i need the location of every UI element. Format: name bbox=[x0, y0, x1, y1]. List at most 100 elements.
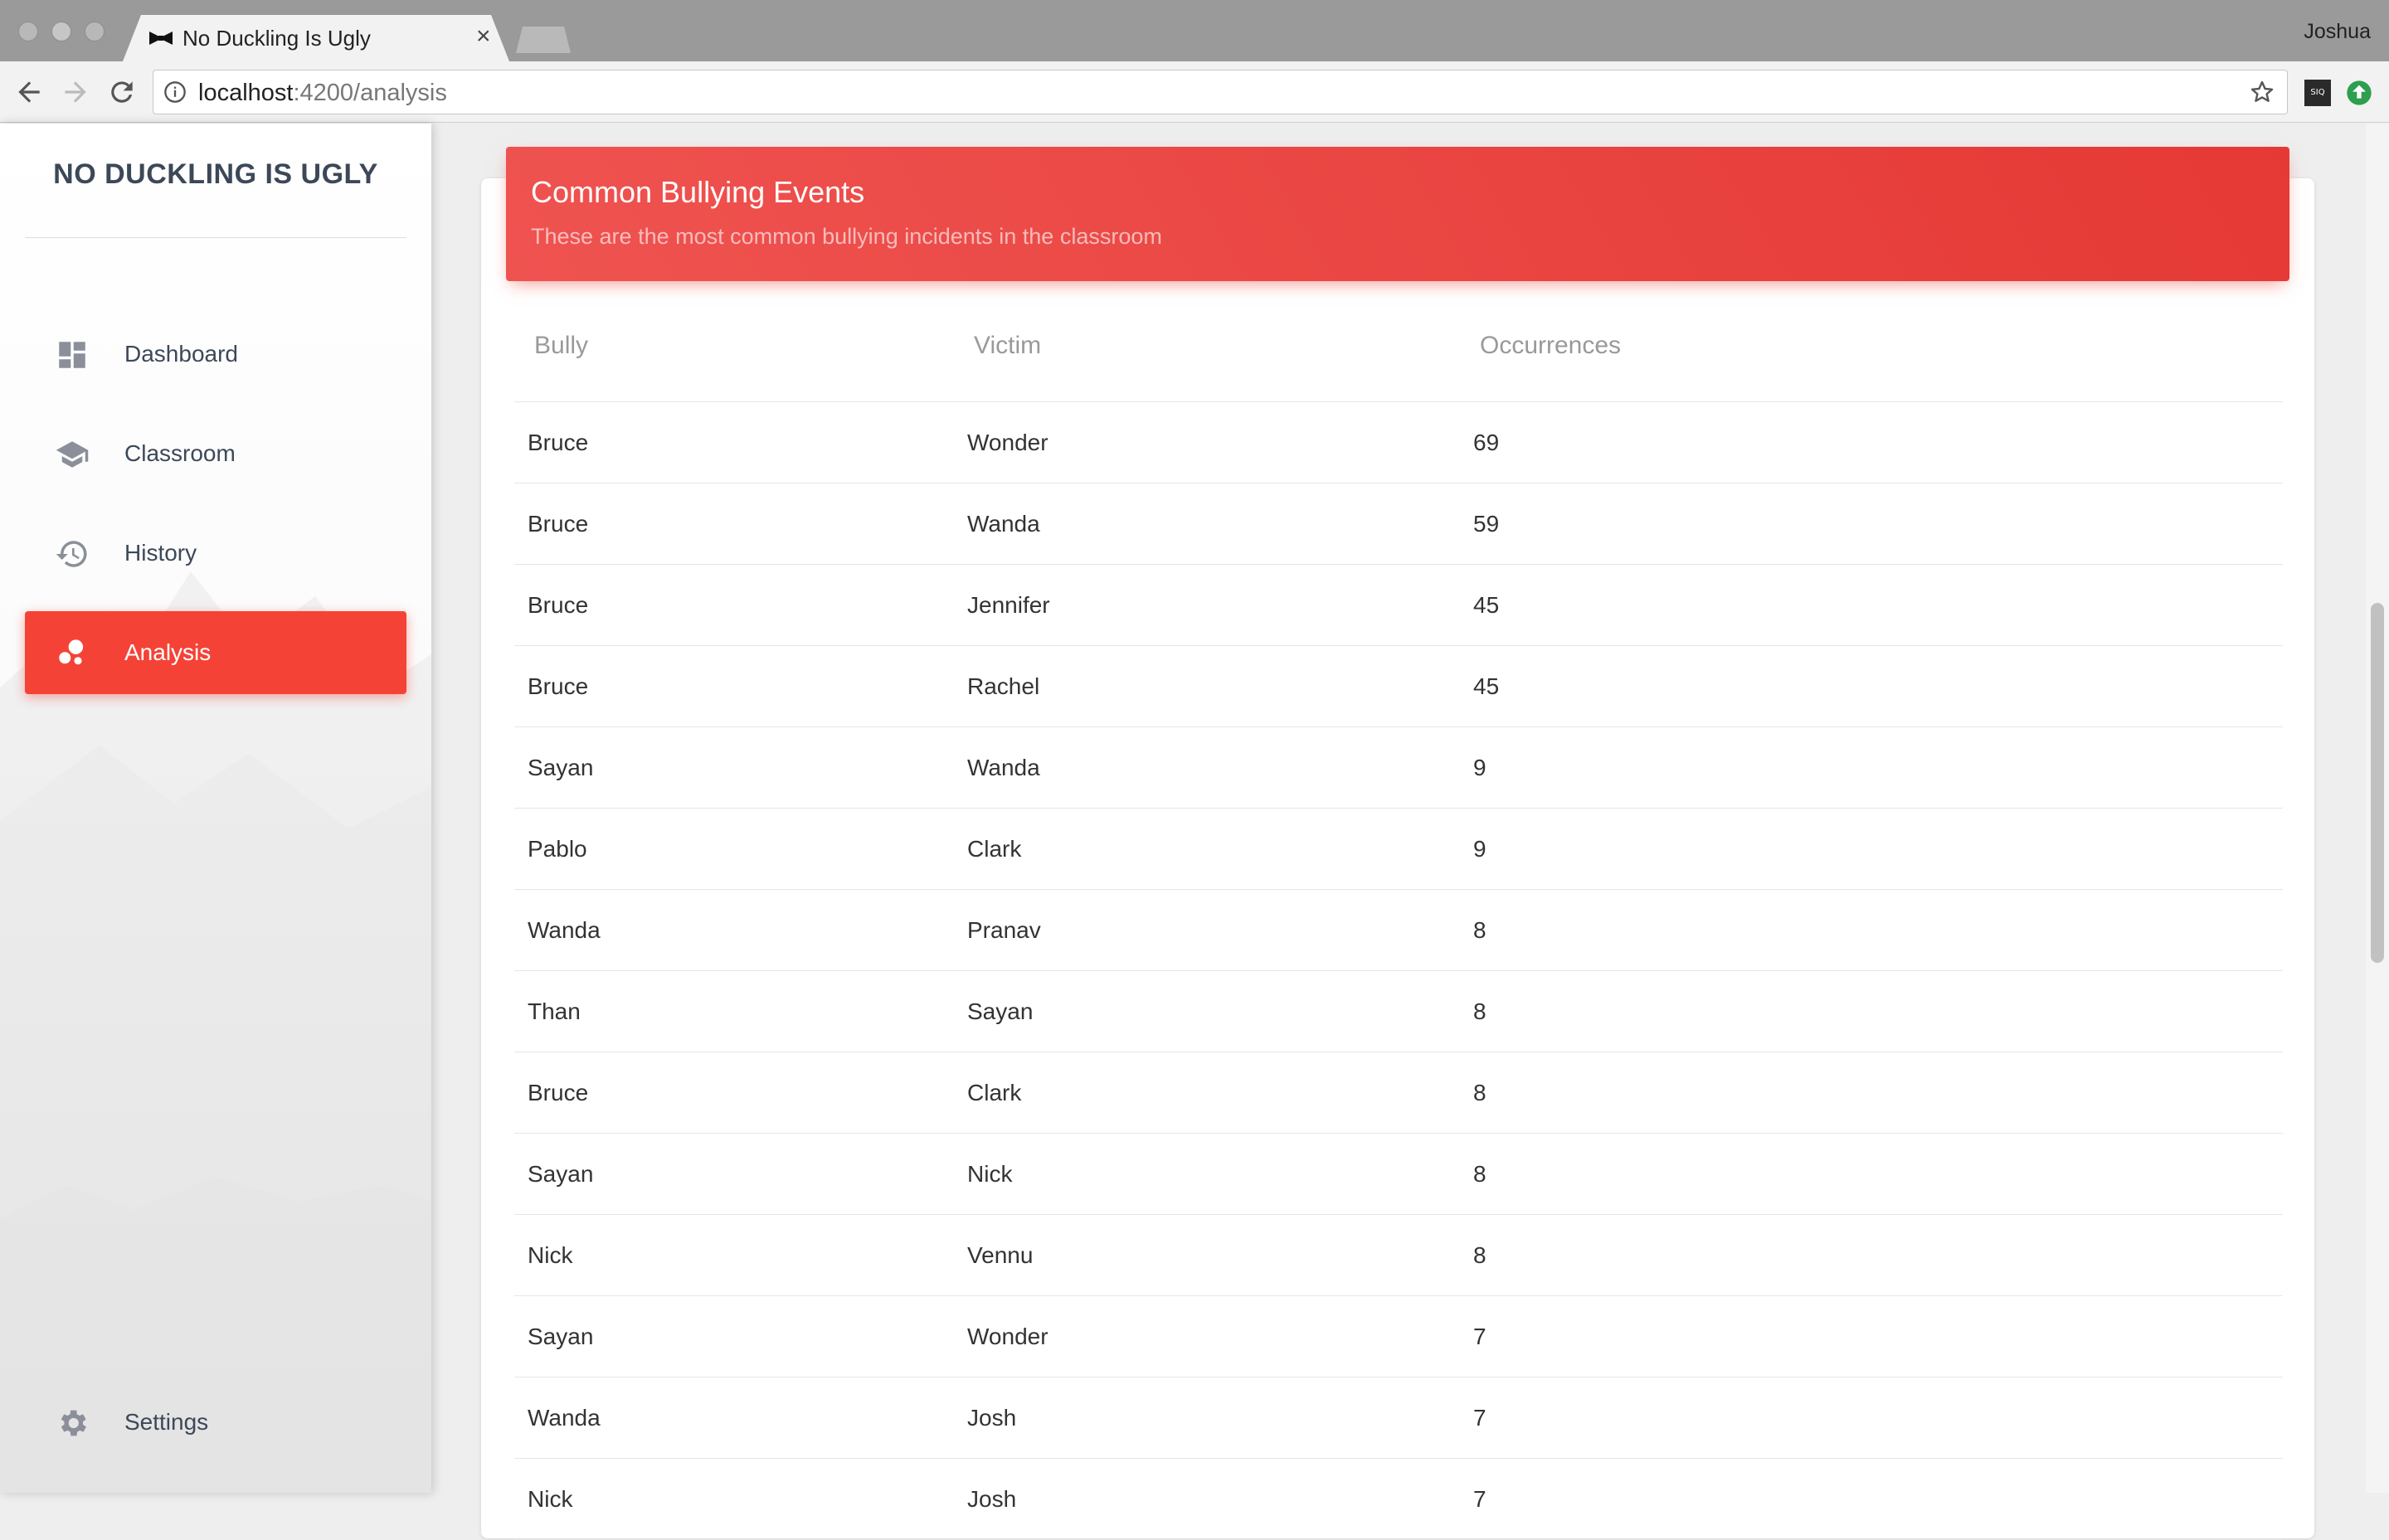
sidebar-item-label: Classroom bbox=[124, 440, 236, 466]
column-header-victim[interactable]: Victim bbox=[974, 331, 1041, 361]
bully-cell: Pablo bbox=[528, 836, 587, 862]
sidebar-item-label: History bbox=[124, 540, 197, 566]
victim-cell: Clark bbox=[967, 1080, 1022, 1105]
gear-icon bbox=[61, 1410, 86, 1436]
bully-cell: Bruce bbox=[528, 673, 589, 699]
page: NO DUCKLING IS UGLY Dashboard Classroom … bbox=[0, 124, 2389, 1540]
close-window-button[interactable] bbox=[18, 22, 38, 41]
scrollbar-thumb[interactable] bbox=[2371, 603, 2384, 963]
victim-cell: Jennifer bbox=[967, 592, 1050, 618]
reload-icon[interactable] bbox=[106, 76, 138, 108]
bully-cell: Bruce bbox=[528, 430, 589, 455]
occurrences-cell: 7 bbox=[1473, 1405, 1486, 1431]
sidebar-item-history[interactable]: History bbox=[25, 512, 406, 595]
browser-tab[interactable]: No Duckling Is Ugly × bbox=[123, 15, 509, 61]
extension-upload-icon[interactable] bbox=[2346, 80, 2372, 106]
url-path: :4200/analysis bbox=[293, 80, 447, 106]
profile-name[interactable]: Joshua bbox=[2304, 18, 2371, 45]
bubble-chart-icon bbox=[59, 639, 84, 665]
occurrences-cell: 8 bbox=[1473, 998, 1486, 1024]
table-row[interactable]: Wanda Pranav 8 bbox=[514, 890, 2283, 971]
occurrences-cell: 45 bbox=[1473, 592, 1500, 618]
sidebar-item-settings[interactable]: Settings bbox=[25, 1381, 406, 1464]
occurrences-cell: 59 bbox=[1473, 511, 1500, 537]
column-header-occurrences[interactable]: Occurrences bbox=[1480, 331, 1621, 361]
victim-cell: Sayan bbox=[967, 998, 1034, 1024]
tab-close-icon[interactable]: × bbox=[476, 23, 491, 50]
forward-arrow-icon[interactable] bbox=[60, 76, 91, 108]
bully-cell: Bruce bbox=[528, 592, 589, 618]
sidebar-item-analysis[interactable]: Analysis bbox=[25, 611, 406, 694]
sidebar-item-label: Analysis bbox=[124, 639, 212, 665]
sidebar-item-dashboard[interactable]: Dashboard bbox=[25, 313, 406, 396]
sidebar-item-classroom[interactable]: Classroom bbox=[25, 412, 406, 495]
table-row[interactable]: Nick Vennu 8 bbox=[514, 1215, 2283, 1296]
new-tab-button[interactable] bbox=[516, 27, 571, 53]
table-header-row: Bully Victim Occurrences bbox=[514, 306, 2283, 402]
bully-cell: Wanda bbox=[528, 917, 601, 943]
bookmark-star-icon[interactable] bbox=[2249, 79, 2275, 105]
victim-cell: Rachel bbox=[967, 673, 1040, 699]
extension-siq-icon[interactable]: SIQ bbox=[2304, 80, 2331, 106]
extension-label: SIQ bbox=[2310, 88, 2325, 97]
table-row[interactable]: Sayan Nick 8 bbox=[514, 1134, 2283, 1215]
occurrences-cell: 45 bbox=[1473, 673, 1500, 699]
table-row[interactable]: Nick Josh 7 bbox=[514, 1459, 2283, 1540]
bully-cell: Nick bbox=[528, 1242, 573, 1268]
bully-cell: Bruce bbox=[528, 511, 589, 537]
occurrences-cell: 8 bbox=[1473, 1080, 1486, 1105]
sidebar: NO DUCKLING IS UGLY Dashboard Classroom … bbox=[0, 124, 431, 1493]
dashboard-icon bbox=[59, 342, 85, 368]
brand-title[interactable]: NO DUCKLING IS UGLY bbox=[25, 158, 406, 191]
bully-cell: Wanda bbox=[528, 1405, 601, 1431]
table-row[interactable]: Bruce Clark 8 bbox=[514, 1052, 2283, 1134]
occurrences-cell: 8 bbox=[1473, 1242, 1486, 1268]
bowtie-icon bbox=[149, 32, 173, 45]
table-row[interactable]: Wanda Josh 7 bbox=[514, 1377, 2283, 1459]
bully-cell: Sayan bbox=[528, 755, 594, 780]
victim-cell: Wonder bbox=[967, 1324, 1049, 1349]
table-row[interactable]: Sayan Wanda 9 bbox=[514, 727, 2283, 809]
back-arrow-icon[interactable] bbox=[13, 76, 45, 108]
bully-cell: Than bbox=[528, 998, 581, 1024]
victim-cell: Clark bbox=[967, 836, 1022, 862]
card-subtitle: These are the most common bullying incid… bbox=[531, 224, 1162, 249]
card-header: Common Bullying Events These are the mos… bbox=[506, 147, 2289, 281]
table-row[interactable]: Than Sayan 8 bbox=[514, 971, 2283, 1052]
table-row[interactable]: Bruce Rachel 45 bbox=[514, 646, 2283, 727]
browser-titlebar: No Duckling Is Ugly × Joshua bbox=[0, 0, 2389, 61]
victim-cell: Vennu bbox=[967, 1242, 1034, 1268]
occurrences-cell: 9 bbox=[1473, 755, 1486, 780]
address-bar[interactable]: localhost:4200/analysis bbox=[153, 70, 2288, 114]
school-icon bbox=[56, 441, 89, 468]
minimize-window-button[interactable] bbox=[51, 22, 71, 41]
table-row[interactable]: Bruce Wanda 59 bbox=[514, 483, 2283, 565]
bully-cell: Nick bbox=[528, 1486, 573, 1512]
bullying-events-table: Bully Victim Occurrences Bruce Wonder 69… bbox=[514, 306, 2283, 1540]
occurrences-cell: 9 bbox=[1473, 836, 1486, 862]
info-icon[interactable] bbox=[163, 80, 187, 104]
table-row[interactable]: Bruce Jennifer 45 bbox=[514, 565, 2283, 646]
page-scrollbar[interactable] bbox=[2366, 124, 2389, 1493]
url-text[interactable]: localhost:4200/analysis bbox=[198, 79, 447, 107]
bully-cell: Sayan bbox=[528, 1161, 594, 1187]
brand-divider bbox=[25, 237, 406, 238]
victim-cell: Wanda bbox=[967, 755, 1040, 780]
occurrences-cell: 8 bbox=[1473, 1161, 1486, 1187]
victim-cell: Josh bbox=[967, 1486, 1017, 1512]
table-row[interactable]: Pablo Clark 9 bbox=[514, 809, 2283, 890]
tab-title: No Duckling Is Ugly bbox=[182, 26, 371, 51]
table-row[interactable]: Bruce Wonder 69 bbox=[514, 402, 2283, 483]
occurrences-cell: 69 bbox=[1473, 430, 1500, 455]
table-row[interactable]: Sayan Wonder 7 bbox=[514, 1296, 2283, 1377]
occurrences-cell: 8 bbox=[1473, 917, 1486, 943]
zoom-window-button[interactable] bbox=[85, 22, 105, 41]
url-host: localhost bbox=[198, 80, 294, 106]
victim-cell: Nick bbox=[967, 1161, 1013, 1187]
history-icon bbox=[56, 541, 87, 567]
column-header-bully[interactable]: Bully bbox=[534, 331, 588, 361]
victim-cell: Wanda bbox=[967, 511, 1040, 537]
sidebar-item-label: Dashboard bbox=[124, 341, 238, 367]
occurrences-cell: 7 bbox=[1473, 1324, 1486, 1349]
card-title: Common Bullying Events bbox=[531, 175, 865, 209]
